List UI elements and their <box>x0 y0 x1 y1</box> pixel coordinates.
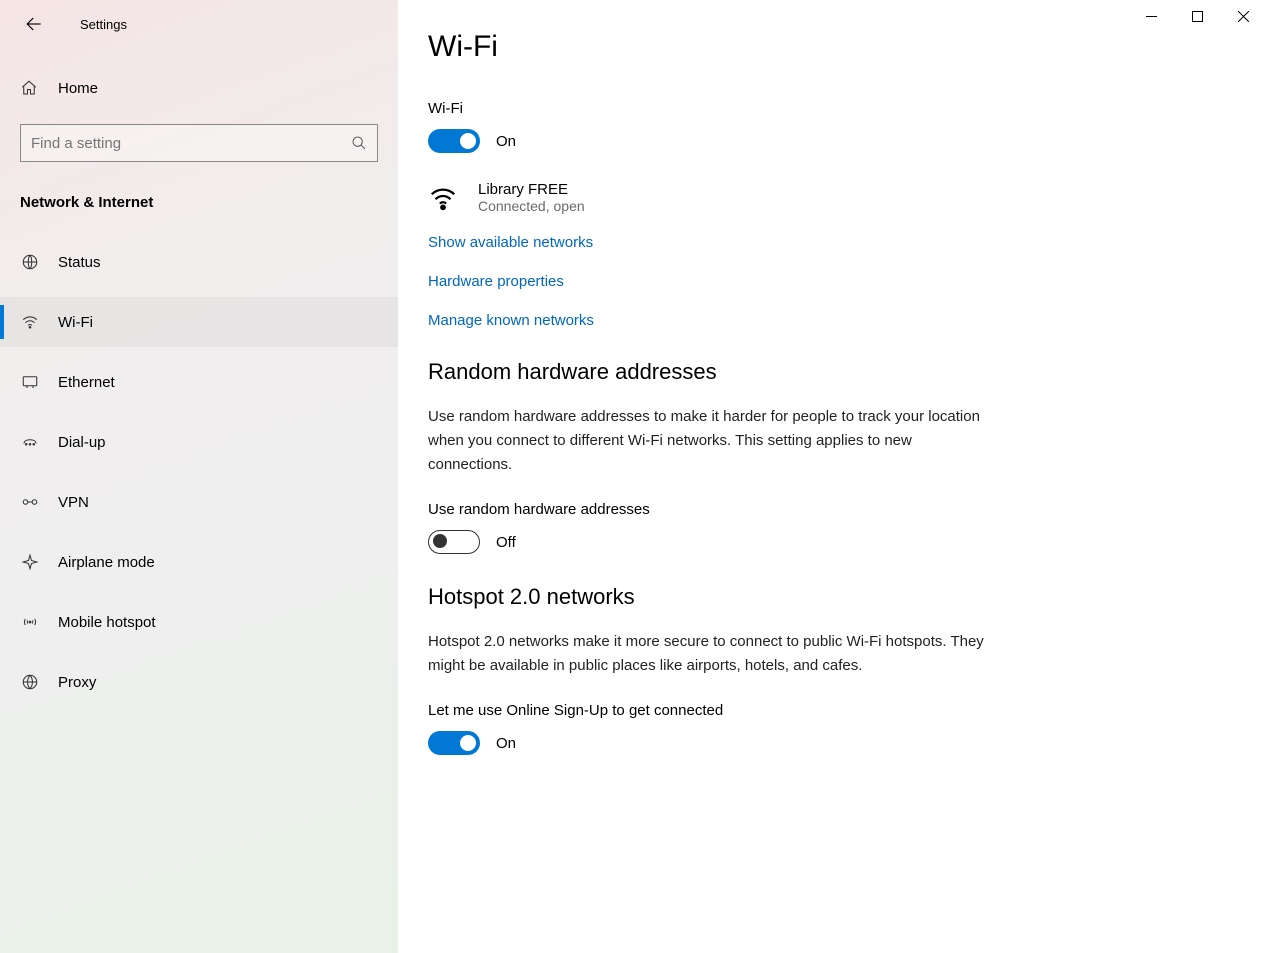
dialup-icon <box>20 433 40 451</box>
status-icon <box>20 253 40 271</box>
sidebar-section-title: Network & Internet <box>0 194 398 211</box>
hotspot-body: Hotspot 2.0 networks make it more secure… <box>428 630 988 678</box>
minimize-button[interactable] <box>1128 0 1174 32</box>
sidebar-item-label: Wi-Fi <box>58 314 93 331</box>
sidebar-item-airplane[interactable]: Airplane mode <box>0 537 398 587</box>
sidebar-item-hotspot[interactable]: Mobile hotspot <box>0 597 398 647</box>
sidebar: Settings Home Network & Internet Status … <box>0 0 398 953</box>
wifi-section-label: Wi-Fi <box>428 100 1266 117</box>
sidebar-item-label: Status <box>58 254 101 271</box>
maximize-icon <box>1192 11 1203 22</box>
random-addresses-body: Use random hardware addresses to make it… <box>428 405 988 477</box>
random-addresses-toggle-state: Off <box>496 534 516 551</box>
sidebar-item-label: Proxy <box>58 674 96 691</box>
show-networks-link[interactable]: Show available networks <box>428 234 593 251</box>
sidebar-item-label: Airplane mode <box>58 554 155 571</box>
hotspot-toggle[interactable] <box>428 731 480 755</box>
hotspot-toggle-state: On <box>496 735 516 752</box>
sidebar-home-label: Home <box>58 80 98 97</box>
proxy-icon <box>20 673 40 691</box>
sidebar-item-proxy[interactable]: Proxy <box>0 657 398 707</box>
minimize-icon <box>1146 11 1157 22</box>
sidebar-home[interactable]: Home <box>0 64 398 112</box>
wifi-icon <box>20 313 40 331</box>
search-icon <box>351 135 367 151</box>
sidebar-item-label: VPN <box>58 494 89 511</box>
sidebar-nav: Status Wi-Fi Ethernet Dial-up VPN Airpla… <box>0 237 398 707</box>
ethernet-icon <box>20 373 40 391</box>
airplane-icon <box>20 553 40 571</box>
arrow-left-icon <box>25 15 43 33</box>
wifi-toggle-state: On <box>496 133 516 150</box>
random-addresses-toggle-label: Use random hardware addresses <box>428 501 1266 518</box>
search-field[interactable] <box>20 124 378 162</box>
sidebar-item-label: Ethernet <box>58 374 115 391</box>
page-title: Wi-Fi <box>428 30 1266 64</box>
network-name: Library FREE <box>478 181 585 198</box>
manage-known-networks-link[interactable]: Manage known networks <box>428 312 594 329</box>
close-button[interactable] <box>1220 0 1266 32</box>
window-controls <box>1128 0 1266 32</box>
sidebar-item-label: Mobile hotspot <box>58 614 156 631</box>
sidebar-item-status[interactable]: Status <box>0 237 398 287</box>
search-input[interactable] <box>31 135 351 152</box>
close-icon <box>1238 11 1249 22</box>
wifi-signal-icon <box>428 183 460 213</box>
sidebar-item-wifi[interactable]: Wi-Fi <box>0 297 398 347</box>
random-addresses-heading: Random hardware addresses <box>428 359 1266 385</box>
main-content: Wi-Fi Wi-Fi On Library FREE Connected, o… <box>398 0 1266 953</box>
sidebar-item-dialup[interactable]: Dial-up <box>0 417 398 467</box>
back-button[interactable] <box>18 8 50 40</box>
vpn-icon <box>20 493 40 511</box>
network-status: Connected, open <box>478 198 585 214</box>
current-network[interactable]: Library FREE Connected, open <box>428 181 1266 214</box>
sidebar-item-ethernet[interactable]: Ethernet <box>0 357 398 407</box>
maximize-button[interactable] <box>1174 0 1220 32</box>
sidebar-item-label: Dial-up <box>58 434 106 451</box>
sidebar-item-vpn[interactable]: VPN <box>0 477 398 527</box>
hotspot-icon <box>20 613 40 631</box>
hotspot-heading: Hotspot 2.0 networks <box>428 584 1266 610</box>
random-addresses-toggle[interactable] <box>428 530 480 554</box>
wifi-toggle[interactable] <box>428 129 480 153</box>
hardware-properties-link[interactable]: Hardware properties <box>428 273 564 290</box>
home-icon <box>20 79 40 97</box>
hotspot-toggle-label: Let me use Online Sign-Up to get connect… <box>428 702 1266 719</box>
window-title: Settings <box>80 17 127 32</box>
